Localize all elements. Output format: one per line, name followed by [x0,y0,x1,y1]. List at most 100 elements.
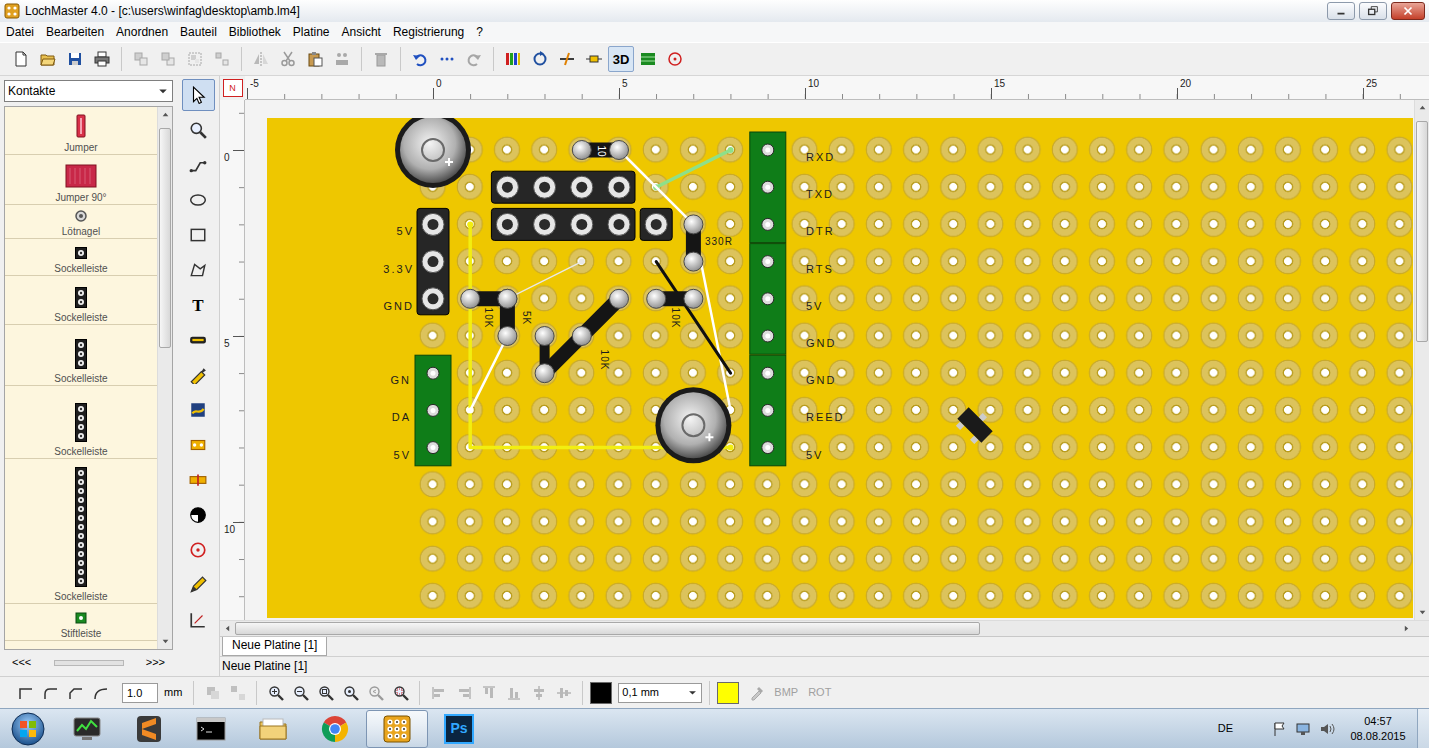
toolbar-button[interactable] [461,46,487,72]
vertical-scrollbar[interactable] [1414,100,1429,620]
scroll-up-button[interactable] [158,107,172,122]
menu-item[interactable]: ? [470,22,489,42]
scroll-down-button[interactable] [158,634,172,649]
toolbar-button[interactable] [635,46,661,72]
toolbar-button[interactable] [275,46,301,72]
tool-button[interactable]: T [182,289,215,321]
tool-button[interactable] [182,324,215,356]
pin-header[interactable] [750,244,786,355]
taskbar-app[interactable] [242,710,304,748]
library-item[interactable]: Lötnagel [5,205,157,239]
tool-button[interactable] [182,604,215,636]
toolbar-button[interactable] [182,46,208,72]
scroll-thumb[interactable] [159,128,171,348]
resistor[interactable] [647,289,703,308]
toolbar-button[interactable] [314,681,337,705]
start-button[interactable] [0,711,56,747]
nav-slider[interactable] [54,660,124,666]
socket-strip[interactable] [491,208,635,240]
taskbar-app[interactable] [56,710,118,748]
toolbar-button[interactable] [500,46,526,72]
vertical-scrollbar[interactable] [157,107,172,649]
document-tab[interactable]: Neue Platine [1] [222,637,327,656]
horizontal-scrollbar[interactable] [220,620,1429,636]
wire[interactable] [690,221,733,413]
library-item[interactable]: Jumper 90° [5,155,157,205]
pin-header[interactable] [750,355,786,466]
pin-header[interactable] [750,132,786,243]
tool-button[interactable] [182,219,215,251]
line-color-swatch[interactable] [590,682,612,704]
tool-button[interactable] [182,149,215,181]
toolbar-button[interactable] [62,46,88,72]
library-item[interactable]: Jumper [5,107,157,155]
show-desktop-button[interactable] [1417,709,1429,748]
tool-button[interactable] [182,79,215,111]
tool-button[interactable] [182,184,215,216]
scroll-up-button[interactable] [1415,100,1429,115]
toolbar-button[interactable] [14,681,37,705]
previous-button[interactable]: <<< [12,656,31,669]
resistor[interactable] [498,289,517,345]
language-indicator[interactable]: DE [1218,722,1233,735]
text-button[interactable]: BMP [770,686,802,699]
toolbar-button[interactable] [289,681,312,705]
capacitor[interactable] [655,387,731,463]
scroll-down-button[interactable] [1415,605,1429,620]
toolbar-button[interactable] [427,681,450,705]
tool-button[interactable] [182,464,215,496]
menu-item[interactable]: Datei [0,22,40,42]
taskbar-app[interactable] [180,710,242,748]
library-item[interactable]: Stiftleiste [5,604,157,641]
socket-strip[interactable] [640,208,672,240]
library-item[interactable]: Sockelleiste [5,459,157,604]
stroke-select[interactable]: 0,1 mm [618,683,702,703]
stripboard[interactable]: RXDTXDDTRRTS5VGNDGNDREED5V5V3.3VGNDGNDA5… [267,118,1413,618]
tool-button[interactable] [182,114,215,146]
toolbar-button[interactable] [89,681,112,705]
resistor[interactable] [684,215,703,271]
toolbar-button[interactable] [339,681,362,705]
pin-header[interactable] [415,355,451,466]
toolbar-button[interactable] [527,681,550,705]
toolbar-button[interactable] [434,46,460,72]
toolbar-button[interactable] [662,46,688,72]
toolbar-button[interactable] [477,681,500,705]
library-item[interactable]: Sockelleiste [5,239,157,276]
text-button[interactable]: ROT [804,686,835,699]
minimize-button[interactable] [1327,2,1355,20]
smd-transistor[interactable] [953,403,997,447]
toolbar-button[interactable] [329,46,355,72]
toolbar-button[interactable] [201,681,224,705]
menu-item[interactable]: Registrierung [387,22,470,42]
toolbar-button[interactable] [502,681,525,705]
taskbar-app[interactable] [366,710,428,748]
library-item[interactable]: Sockelleiste [5,325,157,386]
toolbar-button[interactable] [554,46,580,72]
library-item[interactable]: Sockelleiste [5,386,157,459]
fill-color-swatch[interactable] [717,682,739,704]
toolbar-button[interactable] [368,46,394,72]
toolbar-button[interactable] [527,46,553,72]
tool-button[interactable] [182,569,215,601]
tool-button[interactable] [182,499,215,531]
menu-item[interactable]: Bearbeiten [40,22,110,42]
tool-button[interactable] [182,429,215,461]
toolbar-button[interactable] [745,681,768,705]
wire[interactable] [656,262,730,374]
capacitor[interactable] [395,118,471,188]
toolbar-button[interactable]: 3D [608,46,634,72]
toolbar-button[interactable] [364,681,387,705]
wire[interactable] [653,147,733,190]
toolbar-button[interactable] [389,681,412,705]
menu-item[interactable]: Anordnen [110,22,174,42]
menu-item[interactable]: Bibliothek [223,22,287,42]
toolbar-button[interactable] [128,46,154,72]
category-select[interactable]: Kontakte [4,80,173,102]
toolbar-button[interactable] [209,46,235,72]
restore-button[interactable] [1359,2,1387,20]
north-marker[interactable]: N [223,79,243,97]
toolbar-button[interactable] [226,681,249,705]
toolbar-button[interactable] [552,681,575,705]
library-item[interactable]: Sockelleiste [5,276,157,325]
